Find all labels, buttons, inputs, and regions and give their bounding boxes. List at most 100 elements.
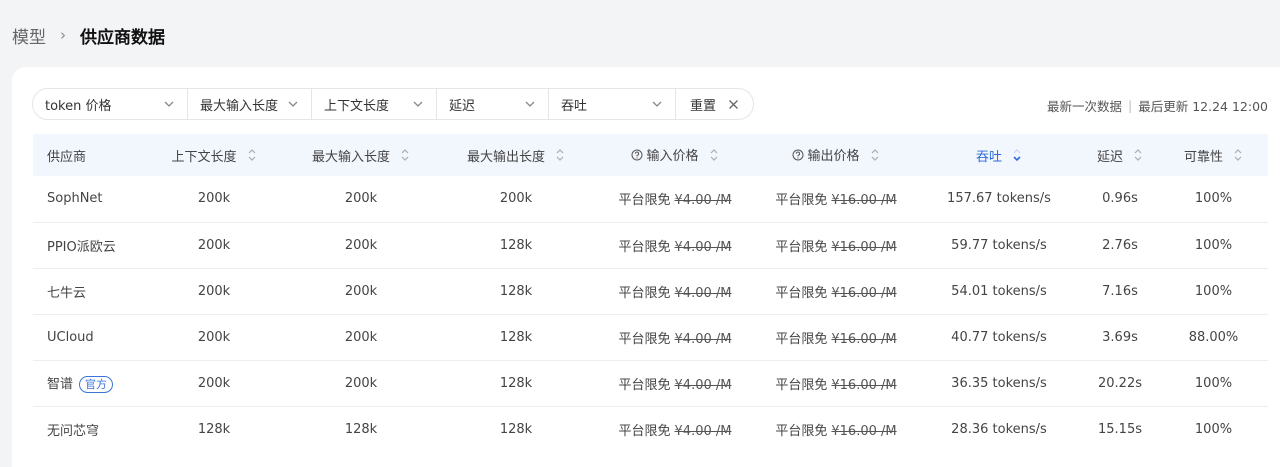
cell-output-price: 平台限免 ¥16.00 /M	[755, 268, 917, 314]
filter-label: 最大输入长度	[200, 98, 279, 114]
col-input-price[interactable]: 输入价格	[595, 134, 755, 176]
official-badge: 官方	[79, 376, 114, 393]
cell-max-output: 128k	[499, 421, 533, 437]
cell-output-price: 平台限免 ¥16.00 /M	[755, 314, 917, 360]
cell-provider: 无问芯穹	[33, 406, 143, 452]
table-row[interactable]: PPIO派欧云 200k 200k 128k 平台限免 ¥4.00 /M 平台限免…	[33, 222, 1268, 268]
col-max-output[interactable]: 最大输出长度	[437, 134, 595, 176]
free-label: 平台限免	[618, 377, 671, 393]
table-row[interactable]: SophNet 200k 200k 200k 平台限免 ¥4.00 /M 平台限免…	[33, 176, 1268, 222]
free-label: 平台限免	[618, 193, 671, 209]
cell-reliability: 100%	[1194, 283, 1233, 299]
free-label: 平台限免	[775, 193, 828, 209]
cell-latency: 2.76s	[1102, 237, 1138, 253]
original-output-price: ¥16.00 /M	[831, 193, 897, 209]
free-label: 平台限免	[775, 285, 828, 301]
original-input-price: ¥4.00 /M	[674, 331, 732, 347]
cell-provider: PPIO派欧云	[33, 222, 143, 268]
filter-token-price[interactable]: token 价格	[33, 89, 188, 119]
cell-output-price: 平台限免 ¥16.00 /M	[755, 360, 917, 406]
cell-provider: UCloud	[33, 314, 143, 360]
col-latency[interactable]: 延迟	[1081, 134, 1159, 176]
cell-context: 200k	[197, 191, 231, 207]
col-context[interactable]: 上下文长度	[143, 134, 285, 176]
cell-max-input: 128k	[344, 421, 378, 437]
provider-table: 供应商 上下文长度 最大输入长度 最大输出长度 输入价格 输出价格 吞吐 延迟 …	[33, 134, 1268, 452]
cell-output-price: 平台限免 ¥16.00 /M	[755, 406, 917, 452]
update-info: 最新一次数据 | 最后更新 12.24 12:00	[1047, 96, 1268, 115]
provider-name: SophNet	[47, 191, 103, 207]
cell-reliability: 100%	[1194, 237, 1233, 253]
filter-context[interactable]: 上下文长度	[312, 89, 437, 119]
free-label: 平台限免	[775, 239, 828, 255]
cell-max-input: 200k	[344, 283, 378, 299]
sort-icon	[1134, 149, 1142, 161]
table-row[interactable]: UCloud 200k 200k 128k 平台限免 ¥4.00 /M 平台限免 ¥…	[33, 314, 1268, 360]
sort-icon	[248, 149, 255, 161]
cell-output-price: 平台限免 ¥16.00 /M	[755, 176, 917, 222]
cell-throughput: 157.67 tokens/s	[947, 191, 1051, 207]
filter-max-input[interactable]: 最大输入长度	[188, 89, 312, 119]
cell-throughput: 59.77 tokens/s	[951, 237, 1047, 253]
filter-latency[interactable]: 延迟	[437, 89, 549, 119]
table-row[interactable]: 无问芯穹 128k 128k 128k 平台限免 ¥4.00 /M 平台限免 ¥16…	[33, 406, 1268, 452]
free-label: 平台限免	[775, 423, 828, 439]
free-label: 平台限免	[618, 423, 671, 439]
help-circle-icon[interactable]	[631, 149, 643, 161]
col-max-input[interactable]: 最大输入长度	[285, 134, 437, 176]
close-icon	[729, 99, 738, 109]
last-update-label: 最后更新 12.24 12:00	[1138, 99, 1268, 114]
cell-latency: 7.16s	[1102, 283, 1138, 299]
col-reliability[interactable]: 可靠性	[1159, 134, 1268, 176]
free-label: 平台限免	[775, 377, 828, 393]
chevron-right-icon: ›	[60, 26, 66, 44]
provider-name: 智谱	[47, 377, 74, 392]
cell-max-input: 200k	[344, 329, 378, 345]
help-circle-icon[interactable]	[792, 149, 804, 161]
provider-name: UCloud	[47, 329, 94, 345]
cell-latency: 3.69s	[1102, 329, 1138, 345]
col-throughput[interactable]: 吞吐	[917, 134, 1081, 176]
provider-name: PPIO派欧云	[47, 239, 116, 255]
cell-max-input: 200k	[344, 237, 378, 253]
chevron-down-icon	[525, 101, 535, 107]
original-output-price: ¥16.00 /M	[831, 285, 897, 301]
cell-max-input: 200k	[344, 375, 378, 391]
original-output-price: ¥16.00 /M	[831, 423, 897, 439]
divider: |	[1128, 98, 1133, 113]
sort-icon	[556, 149, 564, 161]
table-row[interactable]: 七牛云 200k 200k 128k 平台限免 ¥4.00 /M 平台限免 ¥16.…	[33, 268, 1268, 314]
cell-input-price: 平台限免 ¥4.00 /M	[595, 176, 755, 222]
cell-context: 200k	[197, 237, 231, 253]
reset-label: 重置	[690, 98, 717, 114]
cell-max-output: 128k	[499, 283, 533, 299]
table-row[interactable]: 智谱 官方 200k 200k 128k 平台限免 ¥4.00 /M 平台限免 ¥16…	[33, 360, 1268, 406]
original-output-price: ¥16.00 /M	[831, 239, 897, 255]
cell-context: 128k	[197, 421, 231, 437]
sort-icon	[1234, 149, 1242, 161]
chevron-down-icon	[652, 101, 662, 107]
breadcrumb: 模型 › 供应商数据	[12, 22, 165, 48]
cell-reliability: 100%	[1194, 421, 1233, 437]
filter-label: 延迟	[449, 98, 476, 114]
sort-icon	[710, 148, 717, 161]
original-output-price: ¥16.00 /M	[831, 377, 897, 393]
cell-provider: 智谱 官方	[33, 360, 143, 406]
table-header: 供应商 上下文长度 最大输入长度 最大输出长度 输入价格 输出价格 吞吐 延迟 …	[33, 134, 1268, 176]
cell-context: 200k	[197, 375, 231, 391]
sort-icon	[401, 149, 409, 161]
filter-label: token 价格	[45, 98, 112, 114]
filter-label: 吞吐	[561, 98, 588, 114]
breadcrumb-parent[interactable]: 模型	[12, 23, 46, 48]
filter-throughput[interactable]: 吞吐	[549, 89, 676, 119]
original-input-price: ¥4.00 /M	[674, 423, 732, 439]
cell-throughput: 28.36 tokens/s	[951, 421, 1047, 437]
cell-max-output: 128k	[499, 329, 533, 345]
reset-button[interactable]: 重置	[676, 89, 753, 119]
cell-input-price: 平台限免 ¥4.00 /M	[595, 268, 755, 314]
col-output-price[interactable]: 输出价格	[755, 134, 917, 176]
chevron-down-icon	[413, 101, 423, 107]
cell-output-price: 平台限免 ¥16.00 /M	[755, 222, 917, 268]
free-label: 平台限免	[618, 239, 671, 255]
cell-context: 200k	[197, 329, 231, 345]
